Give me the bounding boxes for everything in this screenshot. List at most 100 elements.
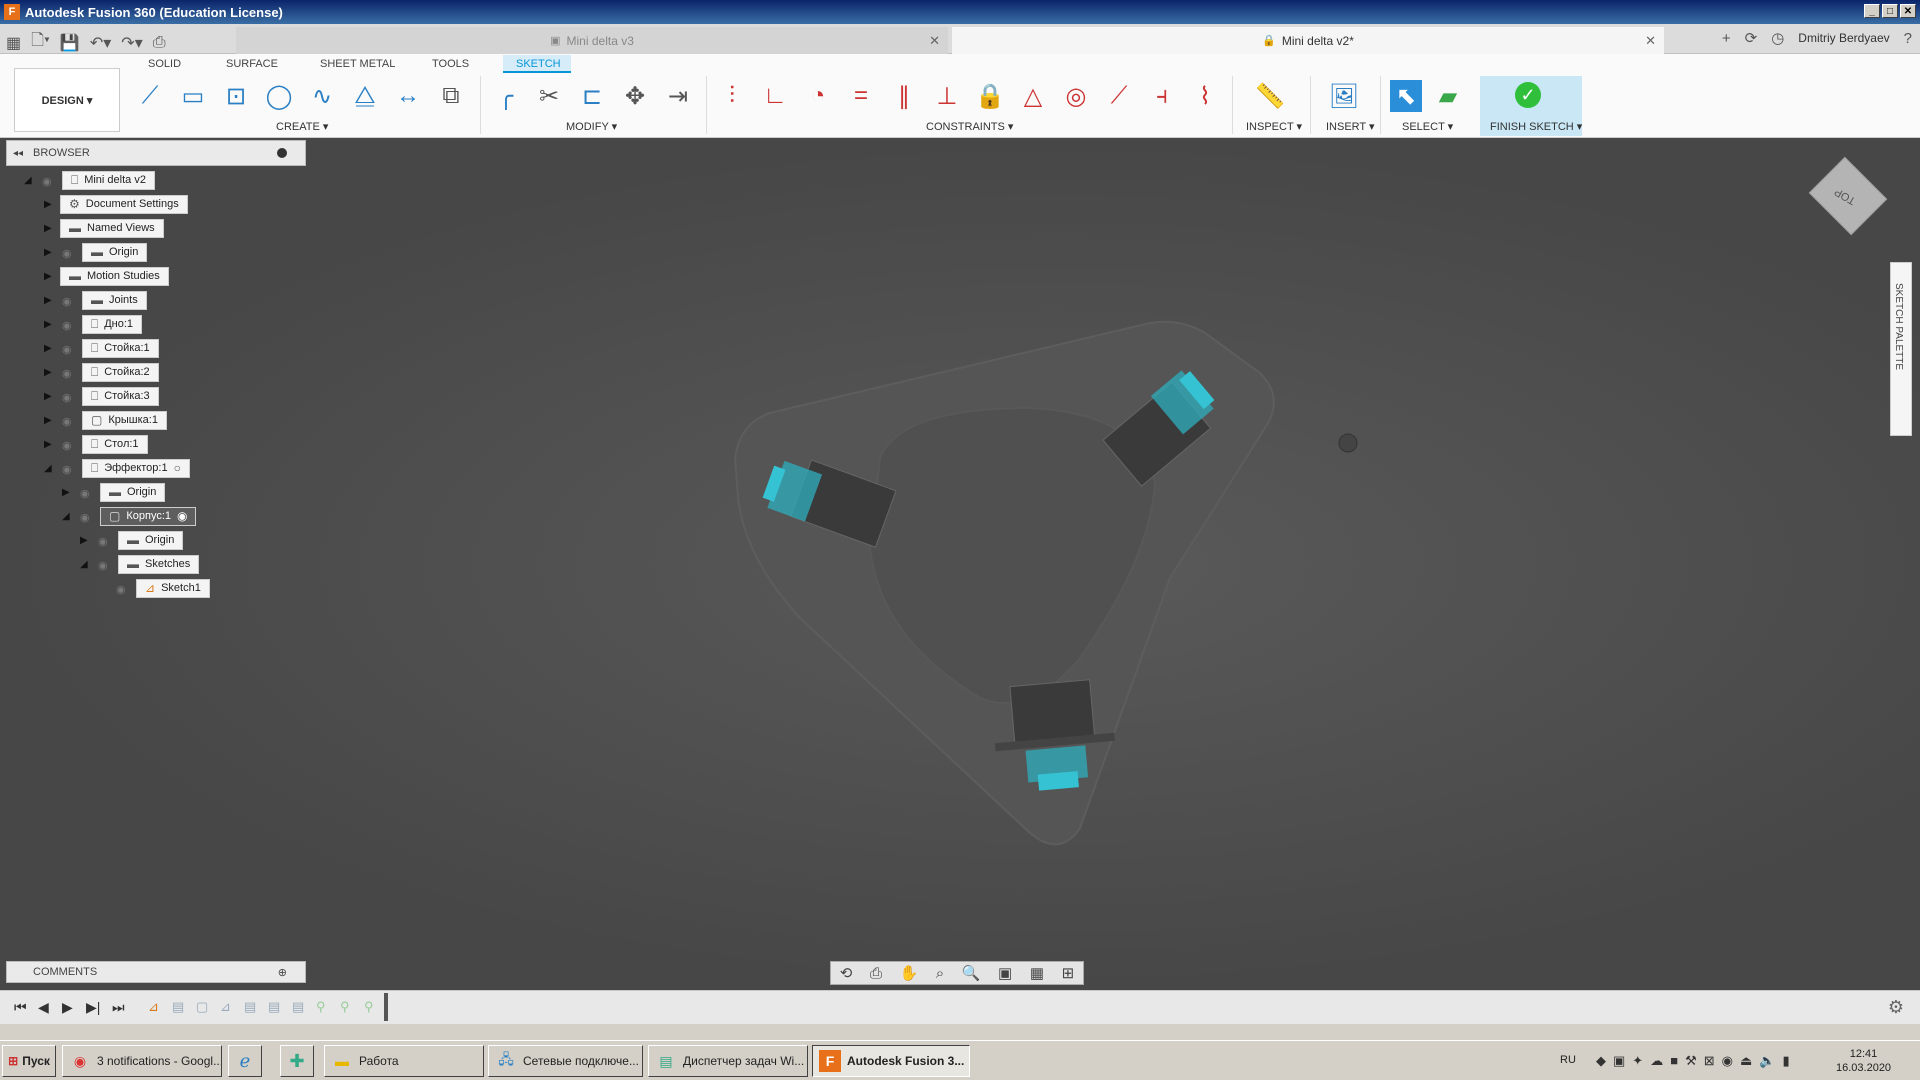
close-button[interactable]: ✕ — [1900, 4, 1916, 18]
perpendicular-cross-icon[interactable]: ⊥ — [931, 80, 963, 112]
finish-sketch-label[interactable]: FINISH SKETCH ▾ — [1490, 120, 1582, 133]
symmetry-constraint-icon[interactable]: ⫞ — [1146, 80, 1178, 112]
viewports-icon[interactable]: ⊞ — [1062, 964, 1075, 982]
start-button[interactable]: ⊞ Пуск — [2, 1045, 56, 1077]
zoom-window-icon[interactable]: 🔍 — [962, 964, 981, 982]
collapse-arrow-icon[interactable]: ◢ — [80, 559, 92, 570]
chrome-icon[interactable]: ◉ — [1722, 1053, 1733, 1069]
add-comment-icon[interactable]: ⊕ — [278, 966, 287, 979]
tray-app-icon[interactable]: ■ — [1670, 1053, 1678, 1069]
timeline-marker[interactable] — [384, 993, 388, 1021]
tree-node-document-settings[interactable]: ▶ ⚙ Document Settings — [44, 194, 188, 214]
activate-radio-icon[interactable]: ○ — [174, 461, 181, 475]
gear-icon[interactable]: ⚙ — [1888, 997, 1904, 1018]
tray-app-icon[interactable]: ⚒ — [1685, 1053, 1697, 1069]
tangent-constraint-icon[interactable]: ◔ — [802, 80, 834, 112]
clock[interactable]: 12:41 16.03.2020 — [1836, 1047, 1891, 1075]
select-group-label[interactable]: SELECT ▾ — [1402, 120, 1453, 133]
task-chrome[interactable]: ◉ 3 notifications - Googl... — [62, 1045, 222, 1077]
cloud-icon[interactable]: ☁ — [1650, 1053, 1663, 1069]
maximize-button[interactable]: □ — [1882, 4, 1898, 18]
trim-tool-icon[interactable]: ✂ — [533, 80, 565, 112]
rectangle-tool-icon[interactable]: ▭ — [177, 80, 209, 112]
extend-tool-icon[interactable]: ⇥ — [662, 80, 694, 112]
tree-node-korpus[interactable]: ◢ ◉ ▢ Корпус:1 ◉ — [62, 506, 197, 526]
offset-tool-icon[interactable]: ⊏ — [576, 80, 608, 112]
zoom-icon[interactable]: ⌕ — [936, 965, 944, 982]
insert-image-icon[interactable]: 🖼 — [1328, 80, 1360, 112]
eye-icon[interactable]: ◉ — [62, 463, 78, 476]
tab-sketch[interactable]: SKETCH — [516, 58, 561, 70]
tree-node-stol[interactable]: ▶ ◉ ⎕ Стол:1 — [44, 434, 148, 454]
tree-node-effector[interactable]: ◢ ◉ ⎕ Эффектор:1 ○ — [44, 458, 190, 478]
expand-arrow-icon[interactable]: ▶ — [44, 343, 56, 354]
expand-arrow-icon[interactable]: ▶ — [44, 295, 56, 306]
center-rectangle-tool-icon[interactable]: ⊡ — [220, 80, 252, 112]
expand-arrow-icon[interactable]: ▶ — [44, 367, 56, 378]
spline-tool-icon[interactable]: ∿ — [306, 80, 338, 112]
undo-icon[interactable]: ↶▾ — [90, 33, 111, 53]
internet-explorer-icon[interactable]: ℯ — [228, 1045, 262, 1077]
eye-icon[interactable]: ◉ — [62, 247, 78, 260]
select-tool-icon[interactable]: ⬉ — [1390, 80, 1422, 112]
mirror-tool-icon[interactable]: ⧋ — [349, 80, 381, 112]
file-menu-icon[interactable]: 🗋▾ — [31, 29, 50, 56]
sketch-palette-panel[interactable]: SKETCH PALETTE — [1890, 262, 1912, 436]
timeline-joint-icon[interactable]: ⚲ — [340, 999, 358, 1015]
line-tool-icon[interactable]: ⟋ — [134, 80, 166, 112]
expand-arrow-icon[interactable]: ▶ — [44, 247, 56, 258]
tree-node-named-views[interactable]: ▶ ▬ Named Views — [44, 218, 164, 238]
timeline-joint-icon[interactable]: ⚲ — [316, 999, 334, 1015]
create-group-label[interactable]: CREATE ▾ — [276, 120, 328, 133]
expand-arrow-icon[interactable]: ▶ — [44, 391, 56, 402]
task-fusion[interactable]: F Autodesk Fusion 3... — [812, 1045, 970, 1077]
tab-solid[interactable]: SOLID — [148, 58, 181, 70]
collapse-arrow-icon[interactable]: ◢ — [44, 463, 56, 474]
tree-node-joints[interactable]: ▶ ◉ ▬ Joints — [44, 290, 147, 310]
tree-node-effector-origin[interactable]: ▶ ◉ ▬ Origin — [62, 482, 166, 502]
expand-arrow-icon[interactable]: ▶ — [44, 319, 56, 330]
user-name[interactable]: Dmitriy Berdyaev — [1798, 31, 1889, 45]
move-tool-icon[interactable]: ✥ — [619, 80, 651, 112]
tray-app-icon[interactable]: ⊠ — [1704, 1053, 1715, 1069]
canvas-viewport[interactable] — [0, 138, 1920, 990]
eye-icon[interactable]: ◉ — [62, 415, 78, 428]
tree-node-dno[interactable]: ▶ ◉ ⎕ Дно:1 — [44, 314, 143, 334]
eye-icon[interactable]: ◉ — [80, 487, 96, 500]
fillet-tool-icon[interactable]: ╭ — [490, 80, 522, 112]
tab-sheet-metal[interactable]: SHEET METAL — [320, 58, 395, 70]
expand-arrow-icon[interactable]: ▶ — [44, 439, 56, 450]
parallel-constraint-icon[interactable]: ∥ — [888, 80, 920, 112]
collapse-arrow-icon[interactable]: ◢ — [62, 511, 74, 522]
collapse-icon[interactable]: ◂◂ — [13, 148, 23, 159]
display-settings-icon[interactable]: ▣ — [998, 964, 1012, 982]
task-task-manager[interactable]: ▤ Диспетчер задач Wi... — [648, 1045, 808, 1077]
save-icon[interactable]: 💾 — [60, 33, 80, 53]
eye-icon[interactable]: ◉ — [62, 343, 78, 356]
lock-constraint-icon[interactable]: 🔒 — [974, 80, 1006, 112]
safely-remove-icon[interactable]: ⏏ — [1740, 1053, 1752, 1069]
measure-tool-icon[interactable]: 📏 — [1254, 80, 1286, 112]
app-shortcut-icon[interactable]: ✚ — [280, 1045, 314, 1077]
tab-surface[interactable]: SURFACE — [226, 58, 278, 70]
volume-icon[interactable]: 🔈 — [1759, 1053, 1775, 1069]
eye-icon[interactable]: ◉ — [80, 511, 96, 524]
constraints-group-label[interactable]: CONSTRAINTS ▾ — [926, 120, 1013, 133]
pan-icon[interactable]: ✋ — [900, 964, 919, 982]
new-tab-icon[interactable]: + — [1722, 30, 1731, 47]
eye-icon[interactable]: ◉ — [98, 535, 114, 548]
tab-mini-delta-v3[interactable]: ▣ Mini delta v3 ✕ — [236, 27, 948, 54]
expand-arrow-icon[interactable]: ▶ — [44, 199, 56, 210]
tray-app-icon[interactable]: ◆ — [1596, 1053, 1606, 1069]
orbit-icon[interactable]: ⟲ — [840, 964, 853, 982]
task-rabota[interactable]: ▬ Работа — [324, 1045, 484, 1077]
tree-node-motion-studies[interactable]: ▶ ▬ Motion Studies — [44, 266, 169, 286]
timeline-sketch-icon[interactable]: ⊿ — [220, 999, 238, 1015]
timeline-joint-icon[interactable]: ⚲ — [364, 999, 382, 1015]
expand-arrow-icon[interactable]: ▶ — [44, 271, 56, 282]
equal-constraint-icon[interactable]: = — [845, 80, 877, 112]
data-panel-icon[interactable]: ▦ — [6, 33, 21, 53]
timeline-feature-icon[interactable]: ▤ — [292, 999, 310, 1015]
collinear-constraint-icon[interactable]: ⟋ — [1103, 80, 1135, 112]
insert-group-label[interactable]: INSERT ▾ — [1326, 120, 1375, 133]
